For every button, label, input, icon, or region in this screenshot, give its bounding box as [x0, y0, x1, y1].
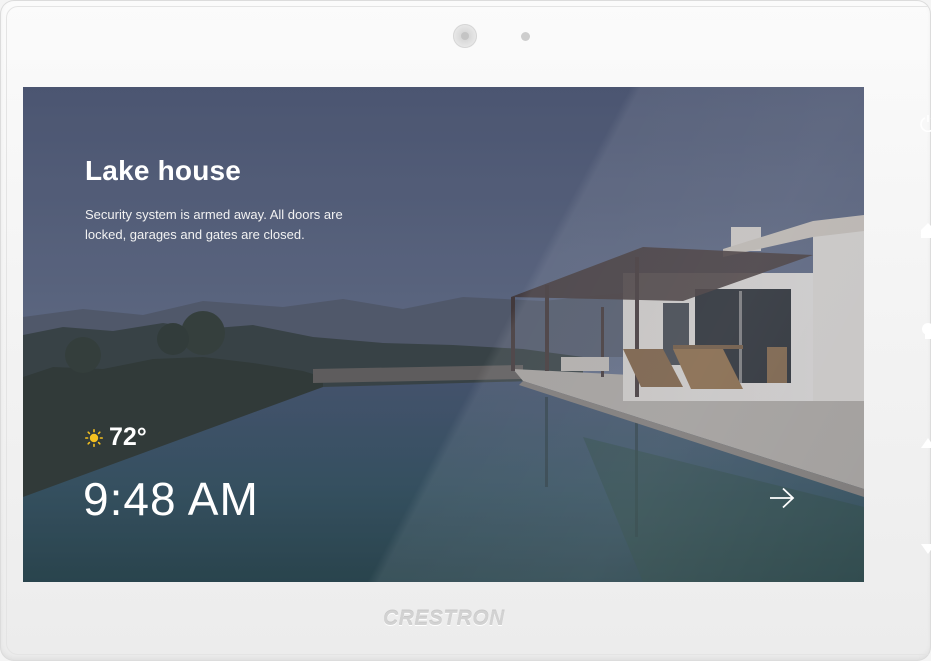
security-status-text: Security system is armed away. All doors… [85, 207, 343, 242]
lightbulb-icon[interactable] [919, 322, 931, 340]
volume-up-icon[interactable] [919, 434, 931, 452]
temperature-label: 72° [109, 423, 147, 451]
brand-logo: CRESTRON [383, 607, 505, 630]
touch-panel: Lake house Security system is armed away… [0, 0, 931, 661]
light-sensor [521, 32, 530, 41]
power-icon[interactable] [919, 114, 931, 132]
volume-down-icon[interactable] [919, 540, 931, 558]
clock-time: 9:48 AM [83, 473, 259, 525]
home-icon[interactable] [919, 221, 931, 239]
arrow-right-icon [770, 487, 795, 509]
sun-icon [85, 428, 103, 447]
home-screen: Lake house Security system is armed away… [23, 87, 864, 582]
room-title: Lake house [85, 155, 242, 186]
camera-lens [453, 24, 477, 48]
next-page-button[interactable] [764, 482, 800, 514]
weather-widget[interactable]: 72° [85, 423, 147, 452]
